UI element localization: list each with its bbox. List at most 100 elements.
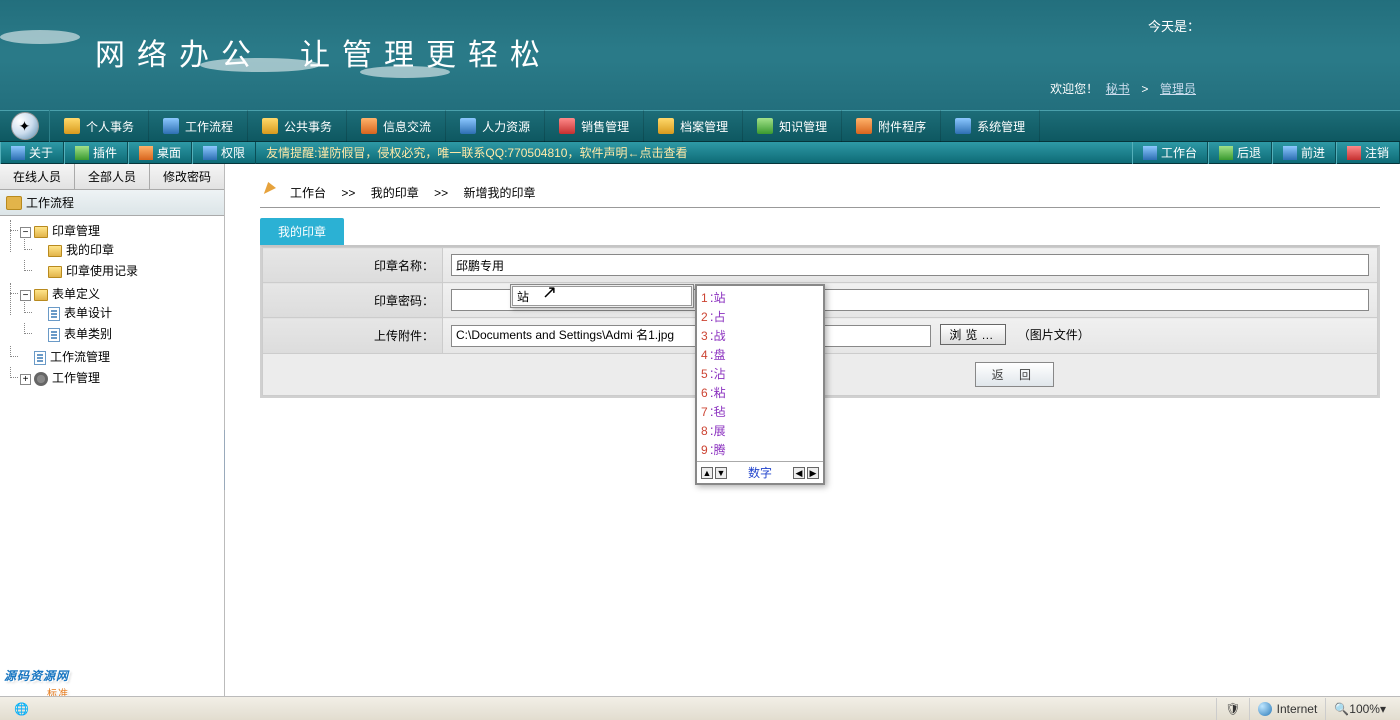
- seal-name-input[interactable]: [451, 254, 1369, 276]
- today-label: 今天是：: [1148, 16, 1200, 35]
- ime-candidate-char: 战: [714, 329, 726, 343]
- permission-icon: [203, 146, 217, 160]
- crumb-level1[interactable]: 我的印章: [371, 186, 419, 200]
- crumb-sep: >>: [434, 186, 448, 200]
- menu-message[interactable]: 信息交流: [347, 110, 446, 142]
- ime-candidate-char: 毡: [714, 405, 726, 419]
- sub-label: 插件: [93, 144, 117, 161]
- sidebar: 在线人员 全部人员 修改密码 工作流程 − 印章管理 我的印章 印章使用记录 − 表…: [0, 164, 225, 696]
- tree-node-form-design[interactable]: 表单设计: [64, 306, 112, 320]
- menu-attachments[interactable]: 附件程序: [842, 110, 941, 142]
- ime-candidate[interactable]: 3:战: [701, 326, 819, 345]
- crumb-root[interactable]: 工作台: [290, 186, 326, 200]
- ime-mode[interactable]: 数字: [748, 464, 772, 481]
- sub-tip[interactable]: 友情提醒:谨防假冒，侵权必究，唯一联系QQ:770504810，软件声明←点击查…: [256, 144, 1132, 161]
- menu-workflow[interactable]: 工作流程: [149, 110, 248, 142]
- menu-sales[interactable]: 销售管理: [545, 110, 644, 142]
- menu-archive[interactable]: 档案管理: [644, 110, 743, 142]
- welcome-user-link[interactable]: 管理员: [1160, 82, 1196, 96]
- tree-node-form-def[interactable]: 表单定义: [52, 287, 100, 301]
- ime-candidate-char: 占: [714, 310, 726, 324]
- menu-system[interactable]: 系统管理: [941, 110, 1040, 142]
- ime-candidate[interactable]: 6:粘: [701, 383, 819, 402]
- status-ime-indicator[interactable]: 🌐: [6, 698, 37, 720]
- folder-icon: [34, 289, 48, 301]
- sidebar-tab-password[interactable]: 修改密码: [150, 164, 224, 189]
- ime-candidate-num: 9: [701, 443, 708, 457]
- menu-label: 工作流程: [185, 118, 233, 135]
- sub-workbench[interactable]: 工作台: [1132, 142, 1208, 164]
- page-tab-my-seal[interactable]: 我的印章: [260, 218, 344, 245]
- ime-candidate-window[interactable]: 1:站 2:占 3:战 4:盘 5:沾 6:粘 7:毡 8:展 9:腾 ▲ ▼ …: [695, 284, 825, 485]
- ime-candidate[interactable]: 1:站: [701, 288, 819, 307]
- menu-public[interactable]: 公共事务: [248, 110, 347, 142]
- status-security[interactable]: 🛡: [1216, 698, 1248, 720]
- ime-next[interactable]: ▶: [807, 467, 819, 479]
- sub-permission[interactable]: 权限: [192, 142, 256, 164]
- sidebar-section-title: 工作流程: [0, 190, 224, 216]
- browse-button[interactable]: 浏览…: [940, 324, 1006, 345]
- folder-icon: [48, 245, 62, 257]
- tree-toggle[interactable]: −: [20, 227, 31, 238]
- ime-composition-text: 站: [512, 286, 692, 306]
- attachment-path[interactable]: C:\Documents and Settings\Admi 名1.jpg: [451, 325, 931, 347]
- back-button[interactable]: 返 回: [975, 362, 1054, 387]
- ime-candidate[interactable]: 7:毡: [701, 402, 819, 421]
- hr-icon: [460, 118, 476, 134]
- sub-about[interactable]: 关于: [0, 142, 64, 164]
- gear-icon: [34, 372, 48, 386]
- sidebar-tab-online[interactable]: 在线人员: [0, 164, 75, 189]
- breadcrumb-arrow-icon: [264, 182, 278, 194]
- workflow-icon: [163, 118, 179, 134]
- status-zone[interactable]: Internet: [1249, 698, 1326, 720]
- tree-node-seal-log[interactable]: 印章使用记录: [66, 264, 138, 278]
- ime-candidate[interactable]: 2:占: [701, 307, 819, 326]
- forward-icon: [1283, 146, 1297, 160]
- menu-label: 系统管理: [977, 118, 1025, 135]
- ime-candidate[interactable]: 8:展: [701, 421, 819, 440]
- ime-candidate-num: 2: [701, 310, 708, 324]
- menu-label: 知识管理: [779, 118, 827, 135]
- menu-hr[interactable]: 人力资源: [446, 110, 545, 142]
- sub-back[interactable]: 后退: [1208, 142, 1272, 164]
- sub-label: 注销: [1365, 144, 1389, 161]
- tree-node-work-mgmt[interactable]: 工作管理: [52, 371, 100, 385]
- banner-title-1: 网络办公: [95, 30, 263, 74]
- menu-label: 公共事务: [284, 118, 332, 135]
- menu-label: 个人事务: [86, 118, 134, 135]
- welcome-role-link[interactable]: 秘书: [1106, 82, 1130, 96]
- sub-forward[interactable]: 前进: [1272, 142, 1336, 164]
- sub-label: 前进: [1301, 144, 1325, 161]
- ime-prev[interactable]: ◀: [793, 467, 805, 479]
- sub-plugin[interactable]: 插件: [64, 142, 128, 164]
- ime-candidate-num: 8: [701, 424, 708, 438]
- tree-toggle[interactable]: +: [20, 374, 31, 385]
- menu-personal[interactable]: 个人事务: [50, 110, 149, 142]
- header-banner: 网络办公 让管理更轻松 今天是： 欢迎您！ 秘书 > 管理员: [0, 0, 1400, 110]
- crumb-sep: >>: [341, 186, 355, 200]
- tree-node-my-seal[interactable]: 我的印章: [66, 243, 114, 257]
- ime-page-down[interactable]: ▼: [715, 467, 727, 479]
- app-logo[interactable]: ✦: [0, 110, 50, 142]
- welcome-sep: >: [1141, 82, 1148, 96]
- ime-candidate-char: 腾: [714, 443, 726, 457]
- plugin-icon: [75, 146, 89, 160]
- status-zoom[interactable]: 🔍 100% ▾: [1325, 698, 1394, 720]
- ime-candidate[interactable]: 5:沾: [701, 364, 819, 383]
- status-zone-label: Internet: [1277, 702, 1318, 716]
- sub-logout[interactable]: 注销: [1336, 142, 1400, 164]
- tree-node-workflow-mgmt[interactable]: 工作流管理: [50, 350, 110, 364]
- archive-icon: [658, 118, 674, 134]
- ime-page-up[interactable]: ▲: [701, 467, 713, 479]
- sidebar-tab-all[interactable]: 全部人员: [75, 164, 150, 189]
- sub-desktop[interactable]: 桌面: [128, 142, 192, 164]
- menu-knowledge[interactable]: 知识管理: [743, 110, 842, 142]
- ime-candidate[interactable]: 4:盘: [701, 345, 819, 364]
- tree-node-form-category[interactable]: 表单类别: [64, 327, 112, 341]
- message-icon: [361, 118, 377, 134]
- tree-node-seal-mgmt[interactable]: 印章管理: [52, 224, 100, 238]
- welcome-prefix: 欢迎您！: [1050, 82, 1098, 96]
- tree-toggle[interactable]: −: [20, 290, 31, 301]
- workbench-icon: [1143, 146, 1157, 160]
- ime-candidate[interactable]: 9:腾: [701, 440, 819, 459]
